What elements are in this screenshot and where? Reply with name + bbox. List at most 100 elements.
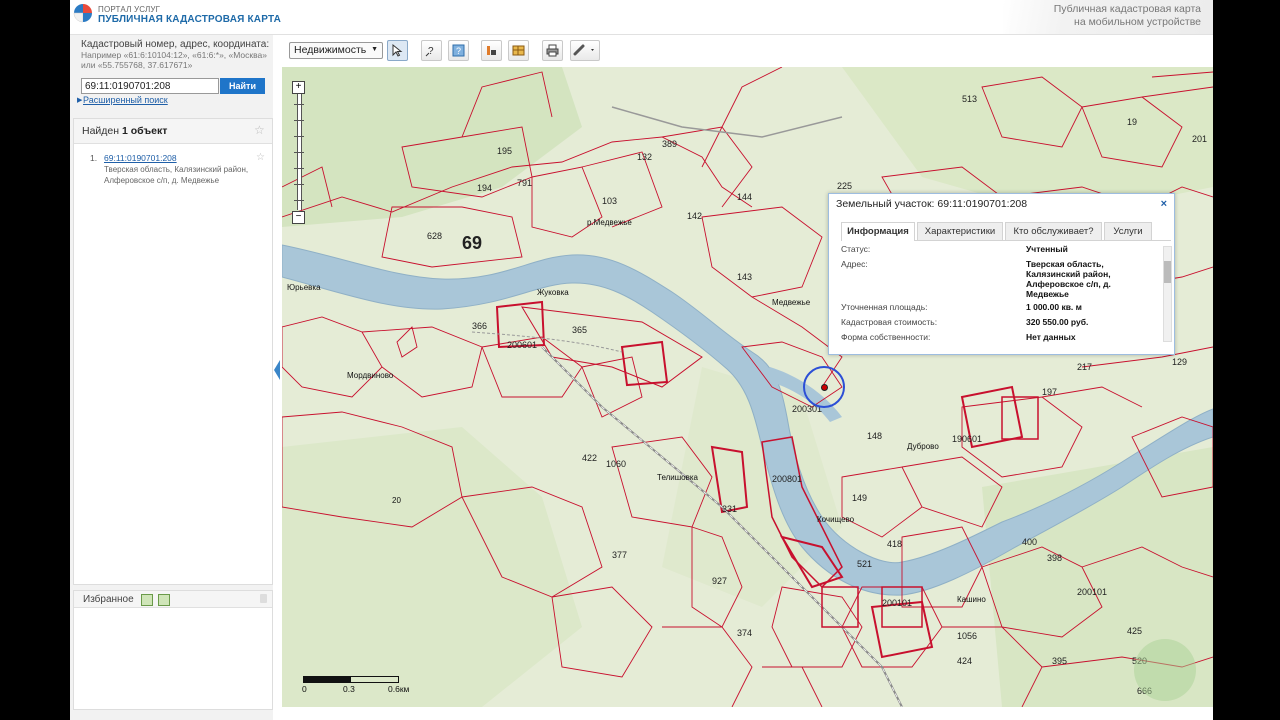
row-value: Учтенный [1026,244,1068,254]
parcel-label-17: 129 [1172,357,1187,367]
scale-bar: 0 0.3 0.6км [300,672,409,696]
place-label-0: р.Медвежье [587,218,632,227]
favorite-star-icon[interactable]: ☆ [254,124,265,136]
map-base-layer: 69 513 19 201 195 389 132 194 791 103 142 144 628 14… [282,67,1213,707]
parcel-label-42: 200601 [507,340,537,350]
parcel-label-23: 927 [712,576,727,586]
chevron-right-icon: ▶ [77,97,83,104]
parcel-label-39: 190601 [952,434,982,444]
results-header: Найден 1 объект ☆ [74,119,272,144]
popup-scrollbar[interactable] [1163,246,1172,342]
close-icon[interactable]: × [1161,198,1167,210]
layer-select-value: Недвижимость [294,44,367,56]
mobile-version-text: Публичная кадастровая карта на мобильном… [1011,3,1201,29]
parcel-label-3: 195 [497,146,512,156]
parcel-label-6: 194 [477,183,492,193]
collapse-sidebar-arrow-icon[interactable] [274,360,280,380]
select-cursor-tool-icon[interactable] [387,40,408,61]
advanced-search-link[interactable]: Расширенный поиск [83,95,168,105]
search-input[interactable] [81,78,219,94]
search-panel: Кадастровый номер, адрес, координата: На… [70,35,273,115]
result-item[interactable]: 1. 69:11:0190701:208 Тверская область, К… [74,152,272,193]
tab-info[interactable]: Информация [841,222,915,241]
link-tool-icon[interactable] [570,40,600,61]
parcel-label-26: 424 [957,656,972,666]
mobile-version-link[interactable]: Публичная кадастровая карта на мобильном… [1003,0,1213,34]
parcel-label-10: 144 [737,192,752,202]
portal-logo-icon [73,4,92,23]
place-label-1: Медвежье [772,298,811,307]
zoom-out-button[interactable]: − [292,211,305,224]
scrollbar-thumb[interactable] [1164,261,1171,283]
trash-icon[interactable] [260,594,267,603]
place-label-9: 20 [392,496,401,505]
row-key: Уточненная площадь: [841,302,928,312]
parcel-label-34: 1060 [606,459,626,469]
place-label-2: Жуковка [537,288,569,297]
info-tool-icon[interactable]: ? [448,40,469,61]
row-value: Тверская область, Калязинский район, Алф… [1026,259,1111,299]
selected-parcel-marker[interactable] [803,366,845,408]
parcel-label-8: 103 [602,196,617,206]
identify-tool-icon[interactable]: ? [421,40,442,61]
print-icon[interactable] [542,40,563,61]
svg-text:?: ? [456,46,461,56]
parcel-label-40: 200801 [772,474,802,484]
parcel-label-27: 395 [1052,656,1067,666]
parcel-label-24: 374 [737,628,752,638]
map-toolbar: Недвижимость ▼ ? ? [282,35,1213,66]
parcel-label-25: 1056 [957,631,977,641]
parcel-label-11: 628 [427,231,442,241]
zoom-slider[interactable] [294,94,304,210]
parcel-label-38: 200101 [882,598,912,608]
zoom-in-button[interactable]: + [292,81,305,94]
favorites-panel: Избранное [73,590,273,710]
tab-services[interactable]: Услуги [1104,222,1152,240]
row-value: 320 550.00 руб. [1026,317,1089,327]
popup-tabs: Информация Характеристики Кто обслуживае… [841,222,1171,241]
place-label-8: Кочищево [817,515,855,524]
app-title[interactable]: ПУБЛИЧНАЯ КАДАСТРОВАЯ КАРТА [98,14,281,25]
region-label: 69 [462,233,482,253]
parcel-info-popup: Земельный участок: 69:11:0190701:208 × И… [828,193,1175,355]
result-address: Тверская область, Калязинский район, Алф… [104,165,249,185]
row-key: Адрес: [841,259,868,269]
layer-select[interactable]: Недвижимость ▼ [289,42,383,59]
parcel-label-36: 398 [1047,553,1062,563]
header: ПОРТАЛ УСЛУГ ПУБЛИЧНАЯ КАДАСТРОВАЯ КАРТА… [70,0,1213,35]
place-label-4: Юрьевка [287,283,321,292]
results-prefix: Найден [82,125,120,137]
add-favorite-star-icon[interactable]: ☆ [256,152,265,164]
measure-area-icon[interactable] [508,40,529,61]
row-value: 1 000.00 кв. м [1026,302,1082,312]
measure-length-icon[interactable] [481,40,502,61]
export-favorites-icon[interactable] [141,594,153,606]
scale-label-mid: 0.3 [343,684,355,694]
parcel-label-31: 521 [857,559,872,569]
import-favorites-icon[interactable] [158,594,170,606]
place-label-6: Телишовка [657,473,699,482]
parcel-label-5: 132 [637,152,652,162]
results-count: Найден 1 объект [82,125,167,137]
zoom-control: + − [292,77,306,224]
parcel-label-4: 389 [662,139,677,149]
result-cadastral-link[interactable]: 69:11:0190701:208 [104,153,177,163]
map-canvas[interactable]: 69 513 19 201 195 389 132 194 791 103 142 144 628 14… [282,67,1213,707]
parcel-label-21: 331 [722,504,737,514]
parcel-label-18: 217 [1077,362,1092,372]
dropdown-arrow-icon: ▼ [371,46,378,53]
place-label-7: Кашино [957,595,986,604]
favorites-title: Избранное [83,594,134,605]
parcel-label-14: 365 [572,325,587,335]
sidebar: Кадастровый номер, адрес, координата: На… [70,35,273,720]
search-hint-title: Кадастровый номер, адрес, координата: [81,39,270,50]
tab-characteristics[interactable]: Характеристики [917,222,1003,240]
portal-label: ПОРТАЛ УСЛУГ [98,5,161,14]
mobile-line-2: на мобильном устройстве [1074,16,1201,28]
parcel-label-7: 791 [517,178,532,188]
tab-who-serves[interactable]: Кто обслуживает? [1005,222,1102,240]
parcel-label-16: 197 [1042,387,1057,397]
popup-title: Земельный участок: 69:11:0190701:208 [836,198,1028,210]
search-button[interactable]: Найти [220,78,265,94]
watermark-logo-icon [1134,639,1196,701]
